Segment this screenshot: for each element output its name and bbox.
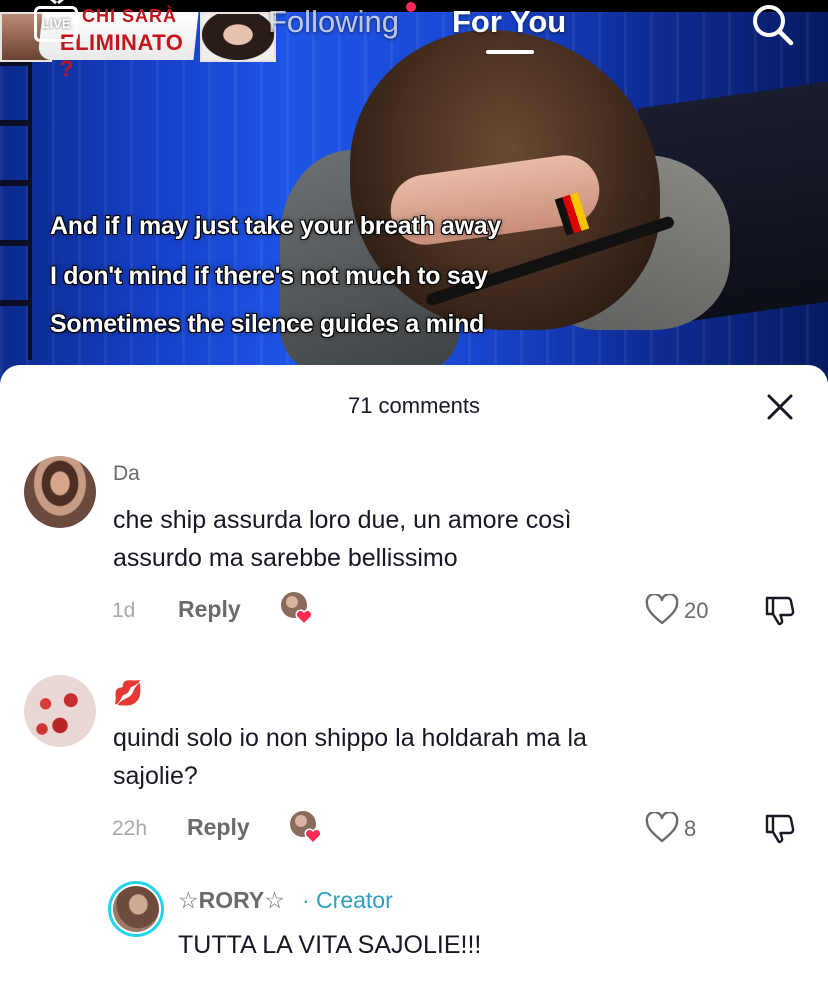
creator-avatar-image	[113, 886, 159, 932]
comment-timestamp: 1d	[112, 599, 136, 622]
comments-count-title: 71 comments	[347, 393, 481, 418]
live-label: LIVE	[41, 16, 71, 31]
comment-text-line: sajolie?	[113, 762, 198, 790]
reply-text: TUTTA LA VITA SAJOLIE!!!	[178, 931, 482, 959]
banner-line-2: ELIMINATO ?	[59, 30, 184, 81]
comment-text-line: quindi solo io non shippo la holdarah ma…	[113, 724, 587, 752]
comment-text-line: assurdo ma sarebbe bellissimo	[113, 544, 458, 572]
search-icon[interactable]	[750, 2, 796, 48]
notification-dot	[406, 2, 416, 12]
reply-button[interactable]: Reply	[178, 596, 241, 623]
heart-outline-icon[interactable]	[645, 812, 679, 844]
comment-timestamp: 22h	[112, 817, 148, 840]
comment-username[interactable]: 💋	[113, 679, 143, 708]
creator-avatar[interactable]	[108, 881, 164, 937]
comment-username[interactable]: Da	[113, 462, 140, 486]
tab-for-you[interactable]: For You	[452, 4, 566, 40]
comments-sheet: 71 comments Da che ship assurda loro due…	[0, 365, 828, 982]
heart-outline-icon[interactable]	[645, 594, 679, 626]
banner-line-1: CHI SARÀ	[82, 6, 178, 26]
comment-text: che ship assurda loro due, un amore così…	[113, 501, 572, 577]
avatar[interactable]	[24, 675, 96, 747]
live-icon[interactable]: LIVE	[34, 6, 78, 42]
liked-by-creator-icon	[281, 592, 313, 625]
comment-text-line: che ship assurda loro due, un amore così	[113, 506, 572, 534]
close-icon[interactable]	[766, 393, 794, 421]
tab-following[interactable]: Following	[268, 4, 399, 40]
like-count: 8	[684, 816, 697, 841]
avatar[interactable]	[24, 456, 96, 528]
stage-structure	[0, 60, 32, 360]
like-count: 20	[684, 598, 709, 623]
liked-by-creator-icon	[290, 811, 322, 844]
contestant-thumbnail	[200, 12, 276, 62]
dislike-icon[interactable]	[764, 813, 796, 845]
dislike-icon[interactable]	[764, 595, 796, 627]
video-caption-line: Sometimes the silence guides a mind	[50, 310, 485, 338]
video-caption-line: I don't mind if there's not much to say	[50, 262, 488, 290]
active-tab-indicator	[486, 50, 534, 54]
creator-badge: · Creator	[302, 887, 393, 913]
reply-button[interactable]: Reply	[187, 814, 250, 841]
video-caption-line: And if I may just take your breath away	[50, 212, 501, 240]
comment-text: quindi solo io non shippo la holdarah ma…	[113, 719, 587, 795]
creator-username[interactable]: ☆RORY☆	[178, 887, 285, 914]
video-player[interactable]: CHI SARÀ ELIMINATO ? LIVE Following For …	[0, 0, 828, 392]
